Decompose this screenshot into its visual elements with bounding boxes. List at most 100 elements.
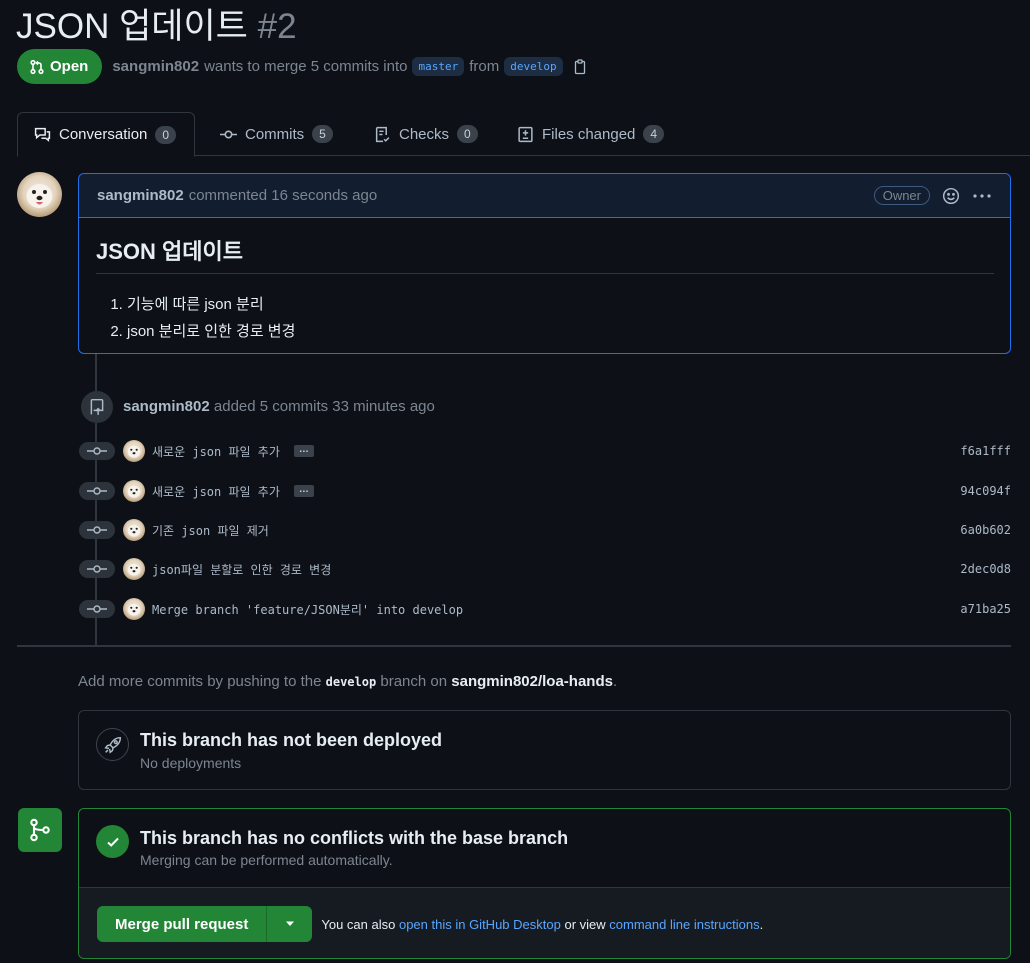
avatar[interactable] (123, 480, 145, 502)
open-desktop-link[interactable]: open this in GitHub Desktop (399, 917, 561, 932)
tab-label: Conversation (59, 126, 148, 143)
status-label: Open (50, 58, 89, 75)
hint-suffix: . (612, 673, 618, 690)
comment-list: 기능에 따른 json 분리 json 분리로 인한 경로 변경 (96, 293, 994, 347)
smiley-icon[interactable] (942, 187, 960, 205)
hint-repo-link[interactable]: sangmin802/loa-hands (451, 673, 613, 690)
comment-time[interactable]: commented 16 seconds ago (189, 187, 377, 204)
hint-branch: develop (325, 675, 377, 689)
head-branch[interactable]: develop (504, 57, 563, 76)
event-description: added 5 commits 33 minutes ago (213, 398, 435, 415)
commit-message[interactable]: 기존 json 파일 제거 (152, 522, 269, 539)
checklist-icon (375, 126, 390, 142)
hint-middle: branch on (380, 673, 448, 690)
deploy-title: This branch has not been deployed (140, 730, 443, 750)
commit-message[interactable]: json파일 분할로 인한 경로 변경 (152, 561, 331, 578)
comment-body: JSON 업데이트 기능에 따른 json 분리 json 분리로 인한 경로 … (79, 218, 1010, 347)
tab-label: Commits (245, 125, 305, 143)
tab-count: 0 (155, 125, 177, 144)
pr-title-text: JSON 업데이트 (16, 7, 248, 46)
commit-sha[interactable]: 94c094f (960, 484, 1011, 498)
pr-state-row: Open sangmin802 wants to merge 5 commits… (17, 49, 588, 84)
merge-subtitle: Merging can be performed automatically. (140, 852, 393, 868)
conversation-icon (34, 127, 51, 142)
copy-icon[interactable] (572, 58, 588, 75)
push-event-text: sangmin802 added 5 commits 33 minutes ag… (123, 398, 435, 415)
commit-icon (220, 130, 237, 138)
note-suffix: . (759, 916, 764, 932)
avatar[interactable] (123, 598, 145, 620)
pull-request-icon (30, 59, 44, 74)
commit-sha[interactable]: a71ba25 (960, 602, 1011, 616)
merge-note: You can also open this in GitHub Desktop… (321, 917, 763, 932)
comment-author[interactable]: sangmin802 (97, 187, 184, 204)
avatar[interactable] (123, 519, 145, 541)
event-author[interactable]: sangmin802 (123, 398, 210, 415)
push-hint: Add more commits by pushing to the devel… (78, 673, 617, 690)
tab-count: 0 (457, 125, 478, 143)
commit-row: json파일 분할로 인한 경로 변경 2dec0d8 (79, 558, 1011, 580)
note-prefix: You can also (321, 916, 396, 932)
commit-sha[interactable]: 2dec0d8 (960, 562, 1011, 576)
git-commit-icon (79, 560, 115, 578)
push-event-icon (81, 391, 113, 423)
pr-author-link[interactable]: sangmin802 (112, 58, 199, 75)
expand-commit-button[interactable]: … (293, 485, 314, 497)
tab-files-changed[interactable]: Files changed 4 (517, 112, 665, 156)
comment-header: sangmin802 commented 16 seconds ago Owne… (79, 174, 1010, 218)
commit-message[interactable]: 새로운 json 파일 추가 (152, 443, 280, 460)
command-line-link[interactable]: command line instructions (609, 917, 759, 932)
merge-footer: Merge pull request You can also open thi… (79, 887, 1010, 958)
commit-message[interactable]: Merge branch 'feature/JSON분리' into devel… (152, 601, 463, 618)
pr-number: #2 (257, 7, 297, 46)
git-commit-icon (79, 600, 115, 618)
pr-meta-text: wants to merge 5 commits into (204, 58, 408, 75)
kebab-horizontal-icon[interactable] (972, 187, 992, 205)
tab-count: 5 (312, 125, 333, 143)
commit-row: Merge branch 'feature/JSON분리' into devel… (79, 598, 1011, 620)
file-diff-icon (518, 126, 533, 142)
merge-pull-request-button[interactable]: Merge pull request (97, 906, 268, 942)
commit-row: 새로운 json 파일 추가 … f6a1fff (79, 440, 1011, 462)
note-middle: or view (564, 916, 606, 932)
merge-options-dropdown[interactable] (267, 906, 312, 942)
expand-commit-button[interactable]: … (293, 445, 314, 457)
comment-heading: JSON 업데이트 (96, 234, 994, 274)
list-item: 기능에 따른 json 분리 (127, 293, 994, 320)
avatar[interactable] (123, 440, 145, 462)
git-merge-icon (18, 808, 62, 852)
avatar[interactable] (17, 172, 62, 217)
tab-checks[interactable]: Checks 0 (374, 112, 478, 156)
merge-title: This branch has no conflicts with the ba… (140, 828, 569, 848)
merge-button-group: Merge pull request (97, 906, 313, 942)
avatar[interactable] (123, 558, 145, 580)
list-item: json 분리로 인한 경로 변경 (127, 320, 994, 347)
commit-row: 새로운 json 파일 추가 … 94c094f (79, 480, 1011, 502)
rocket-icon (96, 728, 129, 761)
tab-label: Files changed (542, 125, 636, 143)
pr-meta: sangmin802 wants to merge 5 commits into… (112, 57, 587, 76)
tab-count: 4 (643, 125, 665, 143)
tab-conversation[interactable]: Conversation 0 (17, 112, 196, 157)
timeline-line (95, 354, 97, 391)
commit-message[interactable]: 새로운 json 파일 추가 (152, 483, 280, 500)
tab-label: Checks (399, 125, 450, 143)
commit-sha[interactable]: 6a0b602 (960, 523, 1011, 537)
check-icon (96, 825, 129, 858)
tab-commits[interactable]: Commits 5 (220, 112, 333, 156)
git-commit-icon (79, 442, 115, 460)
git-commit-icon (79, 482, 115, 500)
base-branch[interactable]: master (412, 57, 465, 76)
timeline-divider (17, 645, 1011, 647)
deployment-status-box: This branch has not been deployed No dep… (78, 710, 1011, 790)
commit-sha[interactable]: f6a1fff (960, 444, 1011, 458)
owner-badge: Owner (873, 186, 930, 205)
merge-status-box: This branch has no conflicts with the ba… (78, 808, 1011, 959)
pr-description-comment: sangmin802 commented 16 seconds ago Owne… (78, 173, 1011, 354)
from-text: from (469, 58, 500, 75)
pr-tabs: Conversation 0 Commits 5 Checks 0 Files … (17, 112, 1030, 157)
commit-row: 기존 json 파일 제거 6a0b602 (79, 519, 1011, 541)
git-commit-icon (79, 521, 115, 539)
status-badge: Open (17, 49, 103, 84)
deploy-subtitle: No deployments (140, 755, 242, 771)
